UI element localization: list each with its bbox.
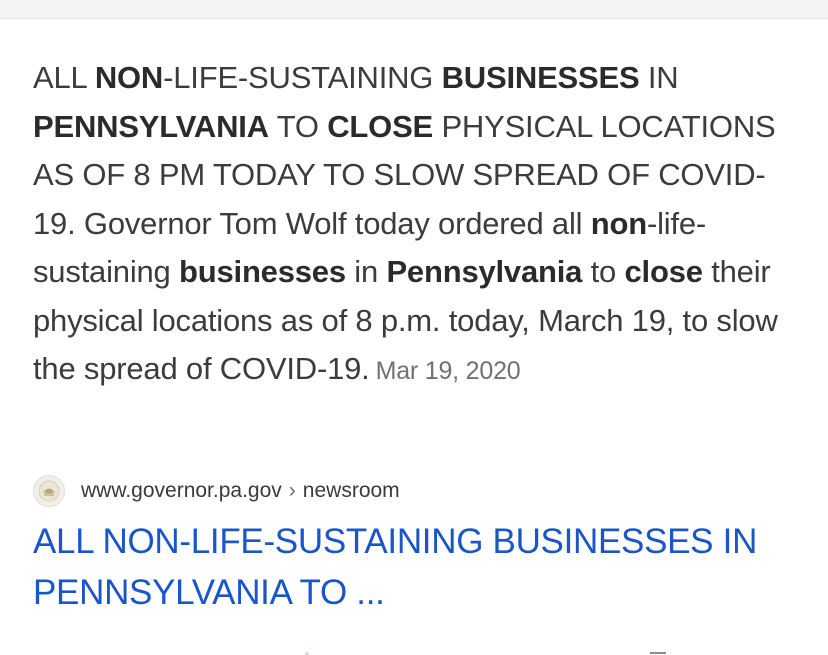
top-divider-bar xyxy=(0,0,828,19)
snippet-segment: IN xyxy=(639,60,679,95)
snippet-segment: ALL xyxy=(33,60,95,95)
snippet-highlight: BUSINESSES xyxy=(441,60,640,95)
snippet-highlight: close xyxy=(624,254,703,289)
snippet-highlight: CLOSE xyxy=(327,108,434,144)
snippet-segment: TO xyxy=(268,108,328,144)
snippet-date: Mar 19, 2020 xyxy=(375,357,521,385)
snippet-highlight: businesses xyxy=(179,254,346,289)
snippet-segment: -LIFE-SUSTAINING xyxy=(163,60,442,95)
source-path: newsroom xyxy=(302,479,400,502)
result-source[interactable]: www.governor.pa.gov › newsroom xyxy=(33,474,400,508)
snippet-highlight: Pennsylvania xyxy=(386,254,583,289)
result-title-link[interactable]: ALL NON-LIFE-SUSTAINING BUSINESSES IN PE… xyxy=(33,516,813,618)
snippet-highlight: NON xyxy=(94,60,164,95)
snippet-highlight: non xyxy=(590,205,647,241)
breadcrumb-separator: › xyxy=(288,479,296,502)
snippet-segment: in xyxy=(345,254,387,289)
snippet-highlight: PENNSYLVANIA xyxy=(33,108,269,144)
next-result-partial xyxy=(305,652,666,655)
featured-snippet-text: ALL NON-LIFE-SUSTAINING BUSINESSES IN PE… xyxy=(33,54,803,396)
pennsylvania-seal-icon xyxy=(33,475,65,507)
source-breadcrumb: www.governor.pa.gov › newsroom xyxy=(81,479,400,503)
source-domain: www.governor.pa.gov xyxy=(81,479,282,502)
snippet-segment: to xyxy=(582,254,625,289)
